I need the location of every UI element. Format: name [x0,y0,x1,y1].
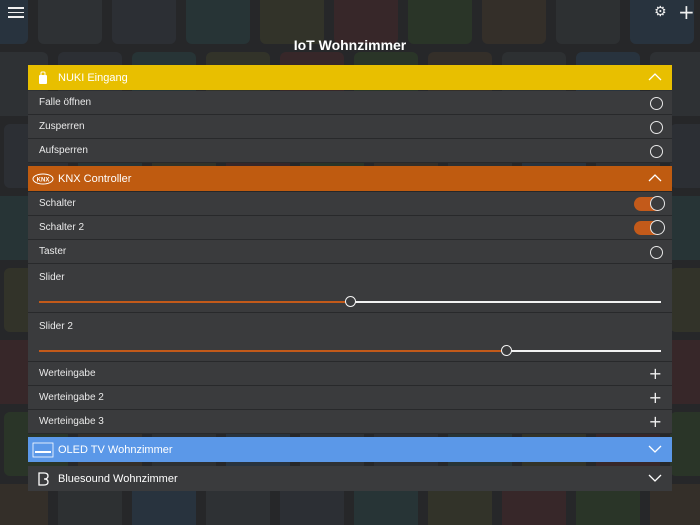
add-value-icon[interactable]: + [649,389,662,407]
toggle-switch[interactable] [634,220,665,235]
group-label: Bluesound Wohnzimmer [58,472,178,485]
toggle-knob [650,220,665,235]
item-label: Slider [39,272,65,283]
value-input-row[interactable]: Werteingabe + [28,362,672,386]
knx-logo-icon: KNX [28,166,58,191]
item-label: Aufsperren [39,145,88,156]
value-input-row[interactable]: Werteingabe 3 + [28,410,672,434]
group-header-bluesound[interactable]: Bluesound Wohnzimmer [28,466,672,491]
chevron-up-icon[interactable] [648,71,662,83]
radio-button[interactable] [650,97,663,110]
item-label: Slider 2 [39,321,73,332]
svg-text:KNX: KNX [37,177,50,183]
slider-thumb[interactable] [345,296,356,307]
push-button[interactable] [650,246,663,259]
radio-button[interactable] [650,121,663,134]
slider-row: Slider 2 [28,313,672,362]
chevron-up-icon[interactable] [648,172,662,184]
switch-row[interactable]: Schalter 2 [28,216,672,240]
chevron-down-icon[interactable] [648,472,662,484]
item-label: Werteingabe 3 [39,416,104,427]
slider[interactable] [39,344,661,358]
item-label: Falle öffnen [39,97,92,108]
group-header-nuki[interactable]: NUKI Eingang [28,65,672,90]
item-label: Taster [39,246,67,257]
toggle-knob [650,196,665,211]
slider-fill [39,301,350,303]
group-header-tv[interactable]: OLED TV Wohnzimmer [28,437,672,462]
item-label: Werteingabe [39,368,96,379]
item-label: Schalter [39,198,76,209]
item-label: Zusperren [39,121,85,132]
slider-fill [39,350,506,352]
add-value-icon[interactable]: + [649,413,662,431]
gear-icon[interactable]: ⚙ [654,4,667,20]
add-value-icon[interactable]: + [649,365,662,383]
slider-thumb[interactable] [500,345,512,356]
group-label: NUKI Eingang [58,71,128,84]
page-title: IoT Wohnzimmer [293,37,407,53]
item-label: Werteingabe 2 [39,392,104,403]
slider[interactable] [39,295,661,309]
list-item[interactable]: Zusperren [28,115,672,139]
value-input-row[interactable]: Werteingabe 2 + [28,386,672,410]
chevron-down-icon[interactable] [648,443,662,455]
tv-brand-icon [28,437,58,462]
bluesound-logo-icon [28,466,58,491]
switch-row[interactable]: Schalter [28,192,672,216]
hamburger-icon[interactable] [8,4,24,20]
list-item[interactable]: Falle öffnen [28,91,672,115]
lock-icon [28,65,58,90]
plus-icon[interactable]: + [678,0,695,24]
group-header-knx[interactable]: KNX KNX Controller [28,166,672,191]
group-label: OLED TV Wohnzimmer [58,443,173,456]
device-panel: NUKI Eingang Falle öffnen Zusperren Aufs… [28,65,672,492]
radio-button[interactable] [650,145,663,158]
toggle-switch[interactable] [634,196,665,211]
button-row[interactable]: Taster [28,240,672,264]
top-bar: ⚙ + IoT Wohnzimmer [0,0,700,60]
slider-row: Slider [28,264,672,313]
group-label: KNX Controller [58,172,132,185]
list-item[interactable]: Aufsperren [28,139,672,163]
item-label: Schalter 2 [39,222,85,233]
